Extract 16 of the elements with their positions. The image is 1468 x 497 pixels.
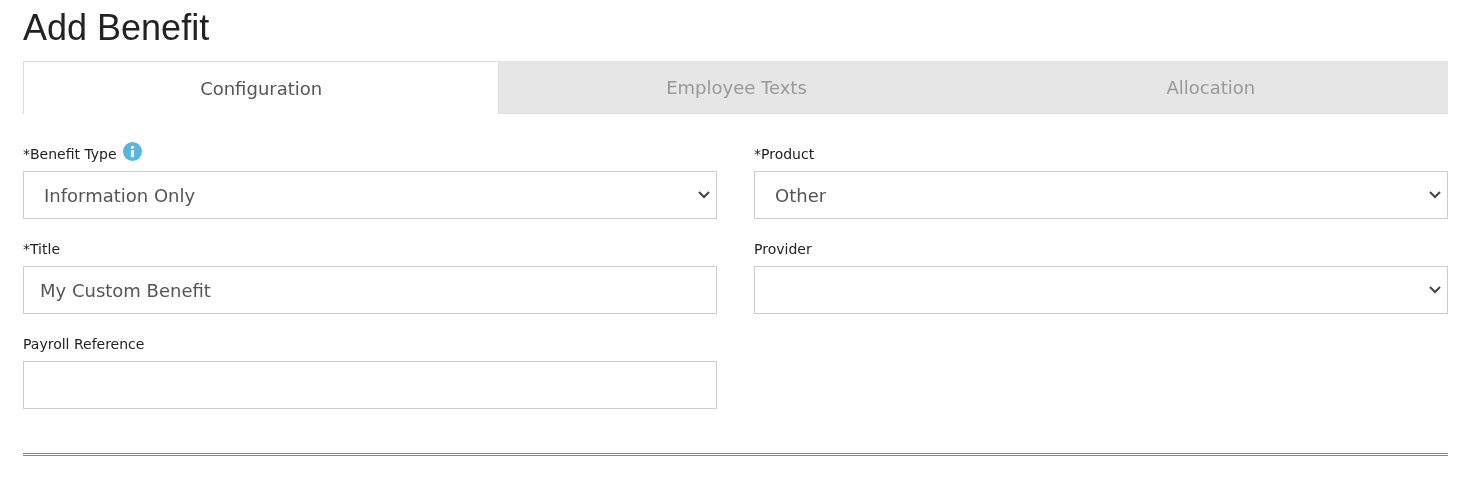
info-icon[interactable] xyxy=(122,141,142,161)
chevron-down-icon xyxy=(1429,286,1441,294)
field-label: *Product xyxy=(754,144,815,164)
dropdown[interactable]: Information Only xyxy=(23,171,717,219)
chevron-down-icon xyxy=(1429,191,1441,199)
dropdown[interactable]: Other xyxy=(754,171,1448,219)
field-label: Provider xyxy=(754,239,812,259)
chevron-down-icon xyxy=(698,191,710,199)
field-label: Payroll Reference xyxy=(23,334,145,354)
input-field[interactable] xyxy=(23,361,717,409)
field-label: *Title xyxy=(23,239,60,259)
field-label: *Benefit Type xyxy=(23,144,117,164)
tab[interactable]: Configuration xyxy=(23,61,500,114)
dropdown[interactable] xyxy=(754,266,1448,314)
input-field[interactable]: My Custom Benefit xyxy=(23,266,717,314)
page-title: Add Benefit xyxy=(23,6,211,50)
